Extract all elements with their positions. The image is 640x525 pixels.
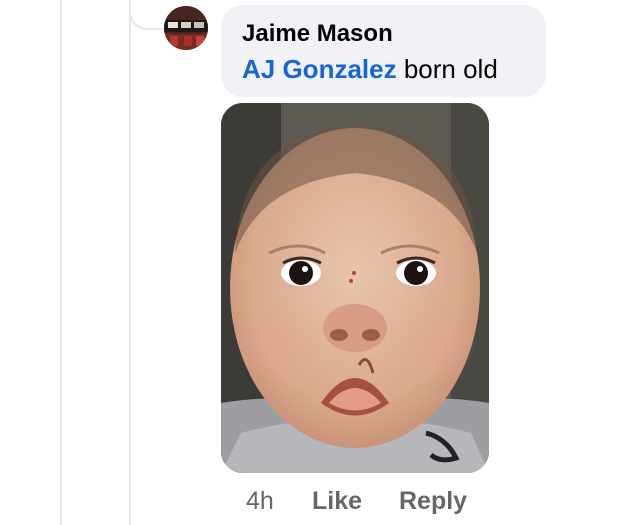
avatar-image-icon — [164, 6, 208, 50]
comment-mention-link[interactable]: AJ Gonzalez — [242, 54, 397, 84]
reply-connector-line — [129, 0, 163, 30]
attached-photo[interactable] — [221, 103, 489, 473]
like-button[interactable]: Like — [312, 487, 399, 516]
comment-text: born old — [396, 54, 498, 84]
comment-author-name[interactable]: Jaime Mason — [242, 19, 546, 49]
thread-line-outer — [60, 0, 62, 525]
reply-button[interactable]: Reply — [399, 487, 467, 516]
profile-photo-avatar[interactable] — [164, 6, 208, 50]
comment-timestamp[interactable]: 4h — [246, 487, 312, 516]
baby-photo-icon — [221, 103, 489, 473]
comment-text-line: AJ Gonzalez born old — [242, 53, 546, 85]
comment-bubble: Jaime Mason AJ Gonzalez born old — [221, 5, 546, 97]
comment-actions-bar: 4h Like Reply — [246, 485, 467, 517]
thread-line-inner — [129, 0, 131, 525]
